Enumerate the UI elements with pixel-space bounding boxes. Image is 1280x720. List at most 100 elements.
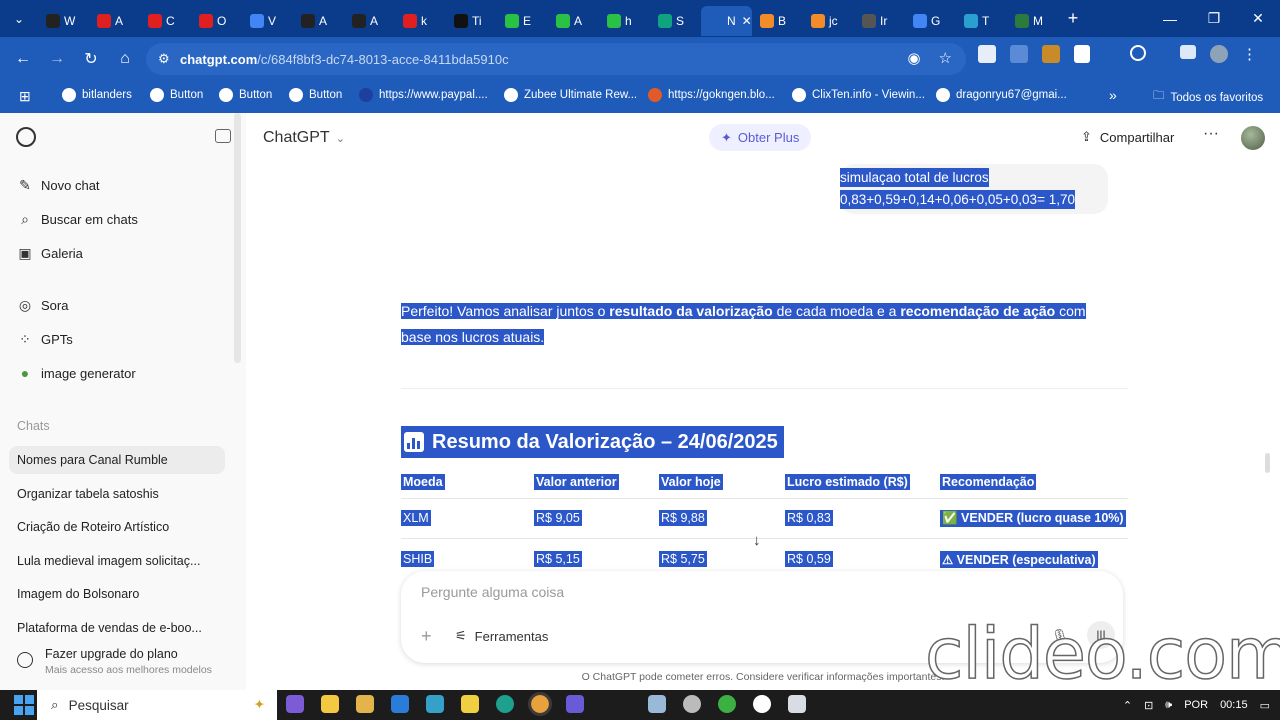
prompt-input[interactable]: Pergunte alguma coisa bbox=[421, 584, 564, 600]
history-icon[interactable] bbox=[1130, 45, 1146, 61]
browser-tab[interactable]: T bbox=[956, 6, 1007, 36]
browser-tab[interactable]: G bbox=[905, 6, 956, 36]
app-icon[interactable] bbox=[286, 695, 304, 713]
chat-history-item[interactable]: Nomes para Canal Rumble bbox=[9, 446, 225, 474]
chrome-icon[interactable] bbox=[528, 692, 552, 716]
home-icon[interactable]: ⌂ bbox=[108, 42, 142, 76]
bookmarks-more-icon[interactable]: » bbox=[1109, 87, 1117, 103]
browser-tab[interactable]: S bbox=[650, 6, 701, 36]
app-icon[interactable] bbox=[683, 695, 701, 713]
bookmark-item[interactable]: Zubee Ultimate Rew... bbox=[504, 88, 637, 102]
app-icon[interactable] bbox=[321, 695, 339, 713]
puzzle-icon[interactable] bbox=[1074, 45, 1090, 63]
chrome-icon[interactable] bbox=[718, 695, 736, 713]
browser-tab[interactable]: M bbox=[1007, 6, 1058, 36]
sidebar-item-image-generator[interactable]: ● image generator bbox=[17, 365, 136, 381]
app-icon[interactable] bbox=[391, 695, 409, 713]
avatar[interactable] bbox=[1241, 126, 1265, 150]
browser-tab[interactable]: E bbox=[497, 6, 548, 36]
translate-icon[interactable] bbox=[1010, 45, 1028, 63]
browser-tab[interactable]: k bbox=[395, 6, 446, 36]
reload-icon[interactable]: ↻ bbox=[74, 42, 108, 76]
sidebar-item-sora[interactable]: ◎ Sora bbox=[17, 297, 69, 314]
language-indicator[interactable]: POR bbox=[1184, 699, 1208, 711]
more-options-icon[interactable]: ··· bbox=[1203, 125, 1219, 143]
browser-tab[interactable]: A bbox=[293, 6, 344, 36]
scroll-down-icon[interactable]: ↓ bbox=[753, 532, 761, 549]
chat-history-item[interactable]: Criação de Roteiro Artístico bbox=[9, 513, 225, 541]
bookmark-item[interactable]: Button bbox=[219, 88, 272, 102]
network-icon[interactable]: ⊡ bbox=[1144, 699, 1153, 712]
app-icon[interactable] bbox=[566, 695, 584, 713]
browser-tab[interactable]: A bbox=[548, 6, 599, 36]
chat-history-item[interactable]: Organizar tabela satoshis bbox=[9, 480, 225, 508]
app-icon[interactable] bbox=[461, 695, 479, 713]
forward-icon[interactable]: → bbox=[40, 42, 74, 76]
browser-tab[interactable]: W bbox=[38, 6, 89, 36]
browser-tab[interactable]: B bbox=[752, 6, 803, 36]
bookmark-item[interactable]: ClixTen.info - Viewin... bbox=[792, 88, 925, 102]
minimize-icon[interactable]: — bbox=[1148, 0, 1192, 37]
chat-history-item[interactable]: Imagem do Bolsonaro bbox=[9, 580, 225, 608]
app-icon[interactable] bbox=[648, 695, 666, 713]
bookmark-item[interactable]: dragonryu67@gmai... bbox=[936, 88, 1067, 102]
address-bar[interactable]: ⚙ chatgpt.com/c/684f8bf3-dc74-8013-acce-… bbox=[146, 43, 966, 75]
site-info-icon[interactable]: ⚙ bbox=[158, 51, 180, 67]
bookmark-item[interactable]: https://gokngen.blo... bbox=[648, 88, 775, 102]
new-tab-button[interactable]: + bbox=[1058, 8, 1088, 29]
close-window-icon[interactable]: ✕ bbox=[1236, 0, 1280, 37]
app-icon[interactable] bbox=[356, 695, 374, 713]
chat-history-item[interactable]: Lula medieval imagem solicitaç... bbox=[9, 547, 225, 575]
bookmark-item[interactable]: https://www.paypal.... bbox=[359, 88, 488, 102]
clock[interactable]: 00:15 bbox=[1220, 699, 1248, 711]
browser-tab[interactable]: O bbox=[191, 6, 242, 36]
app-icon[interactable] bbox=[788, 695, 806, 713]
sidebar-item-gpts[interactable]: ⁘ GPTs bbox=[17, 331, 73, 348]
openai-logo-icon[interactable] bbox=[16, 127, 36, 147]
close-tab-icon[interactable]: ✕ bbox=[742, 14, 752, 28]
windows-start-icon[interactable] bbox=[14, 695, 34, 715]
sidebar-toggle-icon[interactable] bbox=[215, 129, 231, 143]
chat-history-item[interactable]: Plataforma de vendas de e-boo... bbox=[9, 614, 225, 642]
model-selector[interactable]: ChatGPT ⌄ bbox=[263, 129, 345, 147]
profile-icon[interactable] bbox=[1210, 45, 1228, 63]
extension-icon[interactable] bbox=[1042, 45, 1060, 63]
browser-tab[interactable]: Ir bbox=[854, 6, 905, 36]
browser-tab[interactable]: V bbox=[242, 6, 293, 36]
tab-search-chevron-icon[interactable]: ⌄ bbox=[0, 0, 38, 37]
menu-dots-icon[interactable]: ⋮ bbox=[1242, 45, 1257, 63]
sidebar-panel-icon[interactable] bbox=[1180, 45, 1196, 59]
get-plus-button[interactable]: ✦ Obter Plus bbox=[709, 124, 812, 151]
eye-icon[interactable]: ◉ bbox=[907, 49, 920, 67]
browser-tab[interactable]: N ✕ bbox=[701, 5, 752, 36]
main-scrollbar[interactable] bbox=[1265, 453, 1270, 473]
app-icon[interactable] bbox=[753, 695, 771, 713]
back-icon[interactable]: ← bbox=[6, 42, 40, 76]
taskbar-search[interactable]: ⌕ Pesquisar ✦ bbox=[37, 690, 277, 720]
browser-tab[interactable]: Ti bbox=[446, 6, 497, 36]
browser-tab[interactable]: A bbox=[89, 6, 140, 36]
bookmark-item[interactable]: bitlanders bbox=[62, 88, 132, 102]
app-icon[interactable] bbox=[601, 695, 631, 713]
edge-icon[interactable] bbox=[496, 695, 514, 713]
browser-tab[interactable]: h bbox=[599, 6, 650, 36]
extension-icon[interactable] bbox=[978, 45, 996, 63]
browser-tab[interactable]: C bbox=[140, 6, 191, 36]
sidebar-scrollbar[interactable] bbox=[234, 113, 241, 363]
share-button[interactable]: ⇪ Compartilhar bbox=[1081, 129, 1174, 145]
all-favorites-folder[interactable]: 🗀 Todos os favoritos bbox=[1153, 88, 1263, 107]
volume-icon[interactable]: 🕪 bbox=[1165, 699, 1172, 712]
sidebar-item-galeria[interactable]: ▣ Galeria bbox=[17, 245, 83, 262]
sidebar-item-novo-chat[interactable]: ✎ Novo chat bbox=[17, 177, 99, 194]
sidebar-item-buscar-em-chats[interactable]: ⌕ Buscar em chats bbox=[17, 211, 138, 228]
apps-grid-icon[interactable]: ⊞ bbox=[19, 88, 31, 105]
star-icon[interactable]: ☆ bbox=[939, 49, 952, 67]
browser-tab[interactable]: A bbox=[344, 6, 395, 36]
app-icon[interactable] bbox=[426, 695, 444, 713]
upgrade-plan-button[interactable]: Fazer upgrade do plano Mais acesso aos m… bbox=[17, 647, 212, 676]
bookmark-item[interactable]: Button bbox=[289, 88, 342, 102]
notification-icon[interactable]: ▭ bbox=[1260, 699, 1270, 712]
add-attachment-icon[interactable]: + bbox=[421, 626, 432, 647]
tools-button[interactable]: ⚟ Ferramentas bbox=[455, 628, 548, 644]
bookmark-item[interactable]: Button bbox=[150, 88, 203, 102]
